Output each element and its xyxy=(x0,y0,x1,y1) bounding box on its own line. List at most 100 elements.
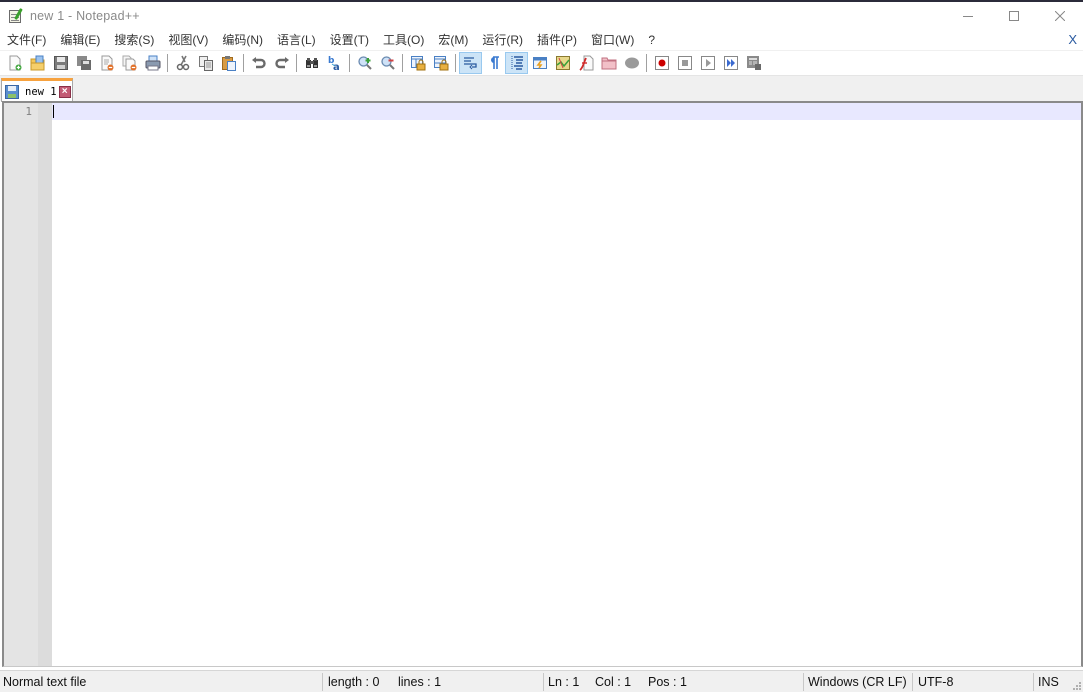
cut-icon xyxy=(176,55,189,71)
toolbar-separator xyxy=(349,54,350,72)
copy-icon xyxy=(198,56,213,71)
text-editor-area[interactable] xyxy=(52,103,1081,666)
menu-encoding[interactable]: 编码(N) xyxy=(215,30,270,50)
menu-tools[interactable]: 工具(O) xyxy=(376,30,431,50)
zoom-out-icon xyxy=(380,56,395,70)
save-all-button[interactable] xyxy=(72,52,95,74)
minimize-icon xyxy=(963,16,973,17)
monitoring-button[interactable] xyxy=(620,52,643,74)
status-divider xyxy=(803,673,804,691)
close-all-icon xyxy=(122,55,136,71)
word-wrap-icon xyxy=(463,57,477,70)
menu-window[interactable]: 窗口(W) xyxy=(584,30,641,50)
undo-icon xyxy=(251,57,266,69)
tab-label: new 1 xyxy=(25,85,57,98)
menu-file[interactable]: 文件(F) xyxy=(0,30,53,50)
print-button[interactable] xyxy=(141,52,164,74)
menu-view[interactable]: 视图(V) xyxy=(161,30,215,50)
paste-icon xyxy=(221,56,236,71)
record-icon xyxy=(654,56,669,70)
maximize-button[interactable] xyxy=(991,2,1037,30)
status-column: Col : 1 xyxy=(595,675,632,689)
menu-search[interactable]: 搜索(S) xyxy=(107,30,161,50)
paste-button[interactable] xyxy=(217,52,240,74)
copy-button[interactable] xyxy=(194,52,217,74)
status-line: Ln : 1 xyxy=(548,675,580,689)
toolbar-separator xyxy=(296,54,297,72)
window-title: new 1 - Notepad++ xyxy=(30,9,140,23)
cut-button[interactable] xyxy=(171,52,194,74)
binoculars-icon xyxy=(305,58,318,68)
new-file-button[interactable] xyxy=(3,52,26,74)
toolbar-separator xyxy=(167,54,168,72)
macro-stop-button[interactable] xyxy=(673,52,696,74)
show-all-characters-button[interactable] xyxy=(482,52,505,74)
maximize-icon xyxy=(1009,11,1019,21)
sync-horizontal-scroll-button[interactable] xyxy=(429,52,452,74)
status-position: Pos : 1 xyxy=(648,675,687,689)
status-eol-format[interactable]: Windows (CR LF) xyxy=(808,671,907,692)
toolbar-separator xyxy=(402,54,403,72)
document-map-button[interactable] xyxy=(551,52,574,74)
menu-run[interactable]: 运行(R) xyxy=(475,30,530,50)
status-insert-mode[interactable]: INS xyxy=(1038,671,1059,692)
fold-margin[interactable] xyxy=(38,103,52,666)
zoom-out-button[interactable] xyxy=(376,52,399,74)
menu-bar: 文件(F) 编辑(E) 搜索(S) 视图(V) 编码(N) 语言(L) 设置(T… xyxy=(0,30,1083,50)
save-icon xyxy=(53,56,68,70)
indent-guide-button[interactable] xyxy=(505,52,528,74)
function-list-icon xyxy=(578,55,593,71)
menu-macro[interactable]: 宏(M) xyxy=(431,30,475,50)
toolbar-separator xyxy=(455,54,456,72)
redo-button[interactable] xyxy=(270,52,293,74)
macro-record-button[interactable] xyxy=(650,52,673,74)
sync-vertical-scroll-button[interactable] xyxy=(406,52,429,74)
replace-button[interactable]: ba xyxy=(323,52,346,74)
word-wrap-button[interactable] xyxy=(459,52,482,74)
play-icon xyxy=(700,56,715,70)
current-line-highlight xyxy=(52,103,1081,120)
menu-settings[interactable]: 设置(T) xyxy=(323,30,376,50)
svg-text:a: a xyxy=(333,62,340,71)
save-macro-icon xyxy=(746,56,761,70)
stop-icon xyxy=(677,56,692,70)
zoom-in-button[interactable] xyxy=(353,52,376,74)
text-caret xyxy=(53,105,54,118)
editor: 1 xyxy=(2,101,1083,667)
tab-new-1[interactable]: new 1 × xyxy=(1,78,73,102)
sync-horizontal-scroll-icon xyxy=(433,56,448,71)
open-file-button[interactable] xyxy=(26,52,49,74)
menu-language[interactable]: 语言(L) xyxy=(270,30,323,50)
fast-forward-icon xyxy=(723,56,738,70)
macro-play-button[interactable] xyxy=(696,52,719,74)
monitoring-icon xyxy=(624,57,639,69)
undo-button[interactable] xyxy=(247,52,270,74)
find-button[interactable] xyxy=(300,52,323,74)
replace-icon: ba xyxy=(328,56,340,71)
tab-close-icon[interactable]: × xyxy=(58,85,71,98)
toolbar-separator xyxy=(243,54,244,72)
menu-edit[interactable]: 编辑(E) xyxy=(53,30,107,50)
status-bar: Normal text file length : 0 lines : 1 Ln… xyxy=(0,670,1083,692)
close-all-button[interactable] xyxy=(118,52,141,74)
close-file-button[interactable] xyxy=(95,52,118,74)
close-icon xyxy=(1055,11,1065,21)
resize-grip[interactable] xyxy=(1071,680,1081,690)
function-list-button[interactable] xyxy=(574,52,597,74)
status-encoding[interactable]: UTF-8 xyxy=(918,671,953,692)
minimize-button[interactable] xyxy=(945,2,991,30)
close-document-button[interactable]: X xyxy=(1068,30,1077,50)
macro-run-multiple-button[interactable] xyxy=(719,52,742,74)
folder-as-workspace-button[interactable] xyxy=(597,52,620,74)
save-button[interactable] xyxy=(49,52,72,74)
status-length: length : 0 xyxy=(328,675,380,689)
toolbar: ba xyxy=(0,50,1083,75)
close-button[interactable] xyxy=(1037,2,1083,30)
menu-help[interactable]: ? xyxy=(641,30,662,50)
open-folder-icon xyxy=(30,55,44,71)
user-defined-language-button[interactable] xyxy=(528,52,551,74)
status-divider xyxy=(543,673,544,691)
pilcrow-icon xyxy=(490,56,499,69)
menu-plugins[interactable]: 插件(P) xyxy=(530,30,584,50)
macro-save-button[interactable] xyxy=(742,52,765,74)
